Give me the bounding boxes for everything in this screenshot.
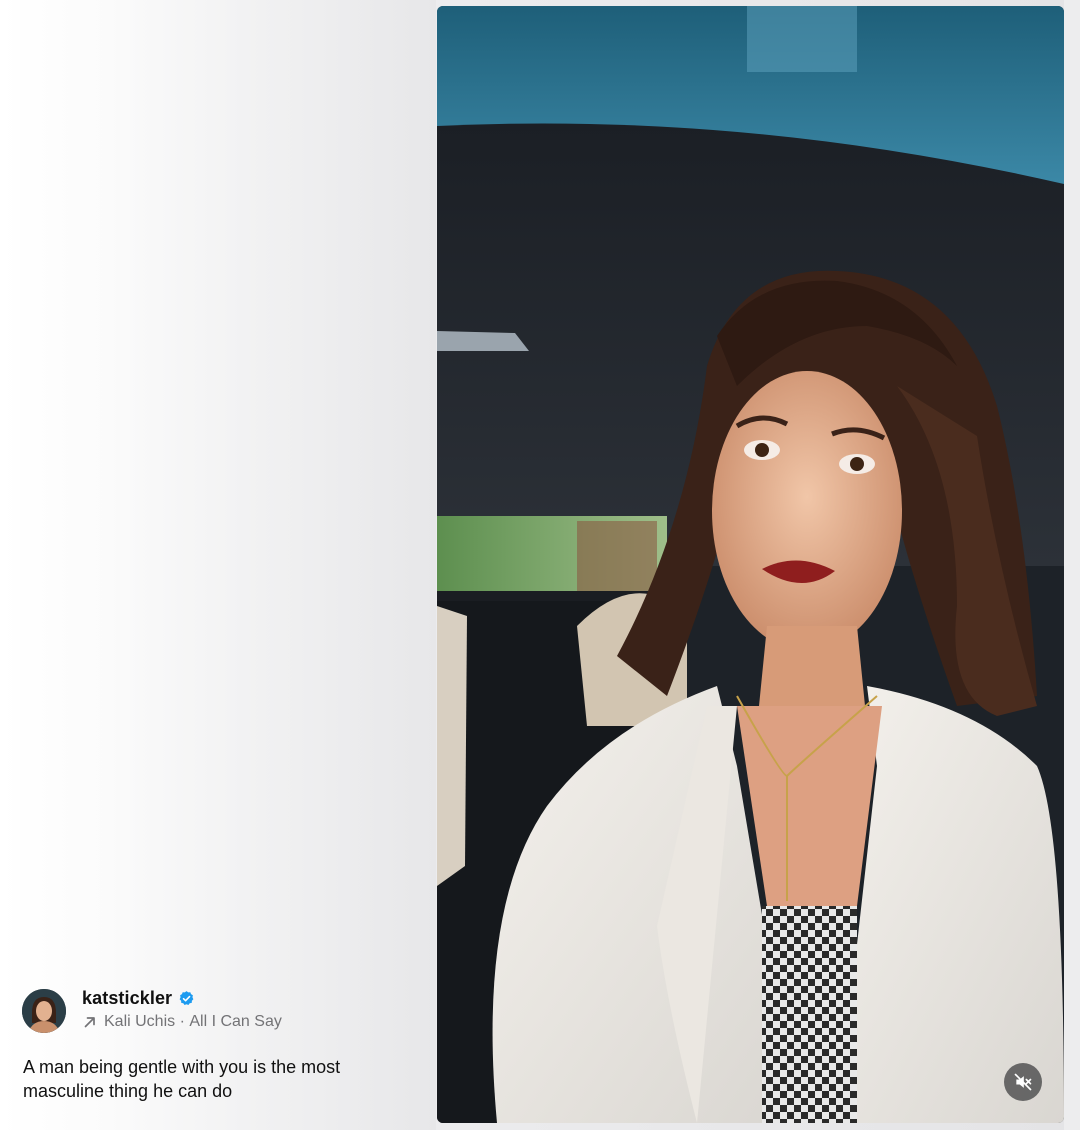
page-margin [1064, 0, 1080, 1130]
audio-link[interactable]: Kali Uchis · All I Can Say [82, 1013, 282, 1031]
mute-toggle-button[interactable] [1004, 1063, 1042, 1101]
speaker-muted-icon [1014, 1073, 1032, 1091]
verified-badge-icon [179, 990, 194, 1005]
post-caption: A man being gentle with you is the most … [23, 1057, 341, 1101]
post-info-panel [0, 0, 436, 1130]
video-frame-illustration [437, 6, 1064, 1123]
post-author: katstickler Kali Uchis · All I Can Say [22, 988, 422, 1036]
reel-video[interactable] [437, 6, 1064, 1123]
audio-title: All I Can Say [189, 1013, 282, 1030]
arrow-up-right-icon [84, 1017, 95, 1028]
audio-artist: Kali Uchis [104, 1013, 176, 1030]
avatar[interactable] [22, 989, 66, 1033]
username-link[interactable]: katstickler [82, 988, 172, 1009]
avatar-image [22, 989, 66, 1033]
audio-separator: · [175, 1013, 190, 1030]
